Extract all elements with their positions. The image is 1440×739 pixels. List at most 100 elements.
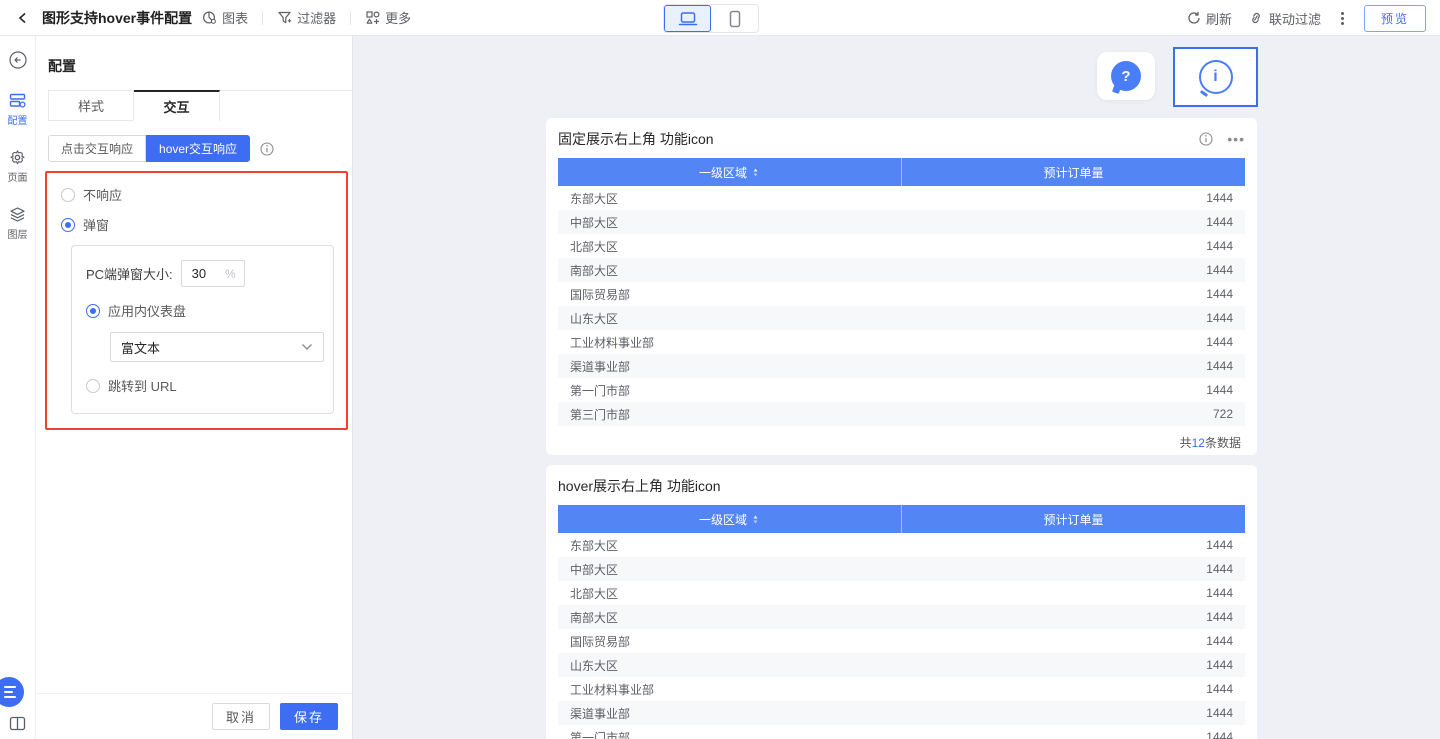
value-cell: 1444: [902, 653, 1246, 677]
tab-bar-rest: [220, 90, 352, 91]
info-bubble-icon[interactable]: i: [1199, 60, 1233, 94]
radio-circle[interactable]: [86, 379, 100, 393]
table-row[interactable]: 山东大区1444: [558, 653, 1245, 677]
collapse-panel-icon[interactable]: [8, 50, 28, 70]
widgets-icon: [365, 10, 380, 25]
table-row[interactable]: 东部大区1444: [558, 533, 1245, 557]
card-hover-icon-table[interactable]: hover展示右上角 功能icon 一级区域预计订单量东部大区1444中部大区1…: [546, 465, 1257, 739]
radio-popup[interactable]: 弹窗: [61, 215, 334, 234]
region-cell: 国际贸易部: [558, 282, 902, 306]
sidebar-item-layer[interactable]: 图层: [8, 206, 28, 241]
info-icon[interactable]: [260, 142, 274, 156]
tab-style[interactable]: 样式: [48, 90, 134, 121]
value-cell: 1444: [902, 677, 1246, 701]
table-row[interactable]: 第三门市部722: [558, 402, 1245, 426]
radio-circle[interactable]: [61, 188, 75, 202]
sidebar-item-page[interactable]: 页面: [8, 149, 28, 184]
desktop-toggle[interactable]: [664, 5, 711, 32]
card-title: 固定展示右上角 功能icon: [558, 129, 1199, 149]
value-cell: 1444: [902, 210, 1246, 234]
data-table: 一级区域预计订单量东部大区1444中部大区1444北部大区1444南部大区144…: [558, 505, 1245, 739]
radio-jump-url[interactable]: 跳转到 URL: [86, 376, 321, 395]
value-cell: 1444: [902, 557, 1246, 581]
value-cell: 1444: [902, 234, 1246, 258]
card-title: hover展示右上角 功能icon: [558, 476, 1245, 496]
table-row[interactable]: 工业材料事业部1444: [558, 330, 1245, 354]
region-cell: 北部大区: [558, 234, 902, 258]
quick-menu-button[interactable]: [0, 677, 24, 707]
cancel-button[interactable]: 取消: [212, 703, 270, 730]
value-cell: 1444: [902, 629, 1246, 653]
mobile-icon: [729, 10, 741, 28]
card-fixed-icon-table[interactable]: 固定展示右上角 功能icon ••• 一级区域预计订单量东部大区1444中部大区…: [546, 118, 1257, 455]
region-cell: 山东大区: [558, 653, 902, 677]
column-header: 预计订单量: [902, 505, 1246, 533]
table-row[interactable]: 第一门市部1444: [558, 725, 1245, 739]
panel-tabs: 样式 交互: [48, 90, 352, 121]
value-cell: 1444: [902, 306, 1246, 330]
more-menu-item[interactable]: 更多: [365, 8, 411, 27]
refresh-icon: [1187, 11, 1201, 25]
more-icon[interactable]: •••: [1227, 136, 1245, 142]
mobile-toggle[interactable]: [711, 5, 758, 32]
preview-button[interactable]: 预览: [1364, 5, 1426, 32]
table-footer: 共12条数据: [558, 426, 1245, 451]
popup-size-input[interactable]: 30 %: [181, 260, 245, 287]
table-row[interactable]: 南部大区1444: [558, 605, 1245, 629]
help-widget[interactable]: ?: [1097, 52, 1155, 100]
table-row[interactable]: 中部大区1444: [558, 557, 1245, 581]
table-row[interactable]: 南部大区1444: [558, 258, 1245, 282]
region-cell: 北部大区: [558, 581, 902, 605]
value-cell: 1444: [902, 605, 1246, 629]
toolbar-divider: [262, 11, 263, 25]
config-panel: 配置 样式 交互 点击交互响应 hover交互响应 不响应 弹窗 PC端弹窗大小…: [36, 36, 352, 739]
radio-in-app-dashboard[interactable]: 应用内仪表盘: [86, 301, 321, 320]
region-cell: 中部大区: [558, 557, 902, 581]
hover-response-segment[interactable]: hover交互响应: [146, 135, 250, 162]
radio-no-response[interactable]: 不响应: [61, 185, 334, 204]
table-row[interactable]: 渠道事业部1444: [558, 354, 1245, 378]
tab-interaction[interactable]: 交互: [134, 90, 220, 121]
table-row[interactable]: 北部大区1444: [558, 581, 1245, 605]
dashboard-select[interactable]: 富文本: [110, 332, 324, 362]
region-cell: 东部大区: [558, 533, 902, 557]
column-header: 预计订单量: [902, 158, 1246, 186]
radio-circle-checked[interactable]: [86, 304, 100, 318]
value-cell: 1444: [902, 581, 1246, 605]
refresh-button[interactable]: 刷新: [1187, 9, 1232, 28]
split-view-icon[interactable]: [9, 716, 26, 731]
sidebar-item-config[interactable]: 配置: [8, 92, 28, 127]
filter-icon: [277, 10, 292, 25]
column-header[interactable]: 一级区域: [558, 158, 902, 186]
sort-icon: [751, 167, 760, 178]
table-row[interactable]: 国际贸易部1444: [558, 282, 1245, 306]
click-response-segment[interactable]: 点击交互响应: [48, 135, 146, 162]
question-bubble-icon[interactable]: ?: [1111, 61, 1141, 91]
filter-menu-item[interactable]: 过滤器: [277, 8, 336, 27]
table-row[interactable]: 东部大区1444: [558, 186, 1245, 210]
value-cell: 1444: [902, 258, 1246, 282]
table-row[interactable]: 北部大区1444: [558, 234, 1245, 258]
table-row[interactable]: 山东大区1444: [558, 306, 1245, 330]
region-cell: 山东大区: [558, 306, 902, 330]
region-cell: 渠道事业部: [558, 354, 902, 378]
table-row[interactable]: 工业材料事业部1444: [558, 677, 1245, 701]
save-button[interactable]: 保存: [280, 703, 338, 730]
radio-circle-checked[interactable]: [61, 218, 75, 232]
top-toolbar: 图形支持hover事件配置 图表 过滤器 更多 刷新 联动过滤: [0, 0, 1440, 36]
table-row[interactable]: 国际贸易部1444: [558, 629, 1245, 653]
chart-menu-item[interactable]: 图表: [202, 8, 248, 27]
table-row[interactable]: 第一门市部1444: [558, 378, 1245, 402]
chevron-down-icon: [301, 343, 313, 351]
region-cell: 第三门市部: [558, 402, 902, 426]
more-actions-icon[interactable]: [1337, 10, 1348, 27]
back-icon[interactable]: [14, 9, 32, 27]
popup-size-label: PC端弹窗大小:: [86, 264, 173, 283]
linkage-filter-button[interactable]: 联动过滤: [1248, 9, 1321, 28]
table-row[interactable]: 中部大区1444: [558, 210, 1245, 234]
table-row[interactable]: 渠道事业部1444: [558, 701, 1245, 725]
column-header[interactable]: 一级区域: [558, 505, 902, 533]
info-widget-selected[interactable]: i: [1173, 47, 1258, 107]
info-icon[interactable]: [1199, 132, 1213, 146]
panel-title: 配置: [48, 56, 352, 76]
